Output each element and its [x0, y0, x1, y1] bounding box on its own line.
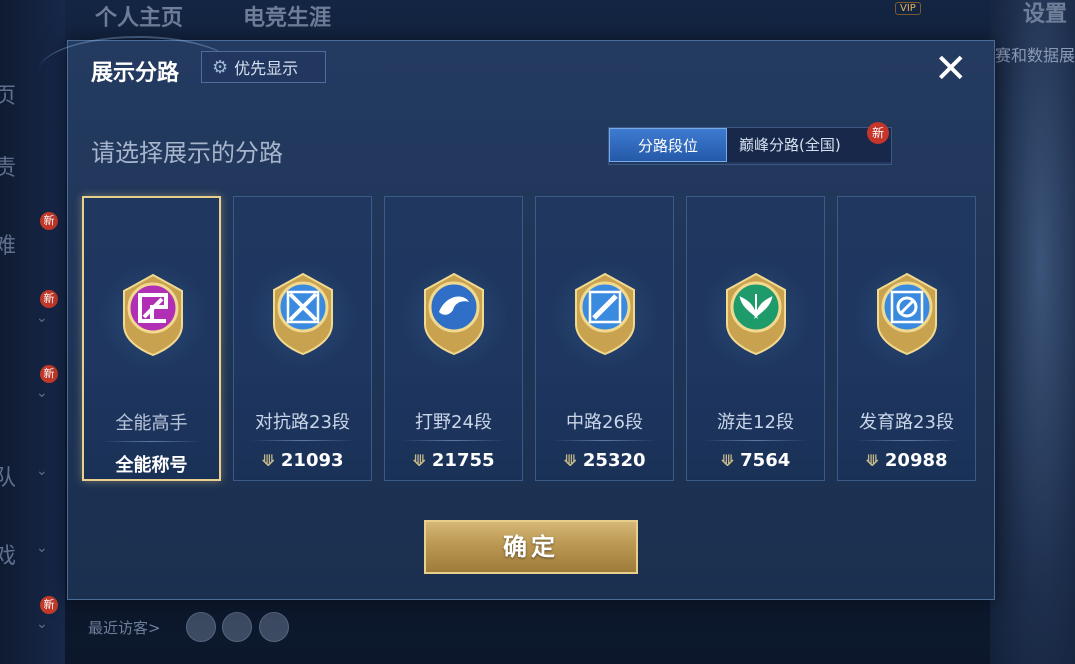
tab-peak-lane[interactable]: 巅峰分路(全国) 新 [727, 122, 891, 162]
lane-value: ⟱ 21755 [385, 450, 522, 471]
lane-name: 发育路23段 [859, 412, 954, 433]
mid-lane-icon [575, 272, 635, 356]
background-tabs: 个人主页 电竞生涯 [95, 0, 331, 31]
confirm-button[interactable]: 确定 [424, 520, 638, 574]
lane-value-text: 21755 [431, 450, 495, 471]
background-sidebar: 页 责 新 难 新 ⌄ 新 ⌄ 队 ⌄ 戏 ⌄ 新 ⌄ [0, 0, 65, 664]
chevron-down-icon: ⌄ [36, 540, 48, 556]
roam-icon [726, 272, 786, 356]
jungle-dragon-icon [424, 272, 484, 356]
avatar[interactable] [222, 612, 252, 642]
new-badge: 新 [867, 122, 889, 144]
lane-display-dialog: 展示分路 ⚙ 优先显示 ✕ 请选择展示的分路 分路段位 巅峰分路(全国) 新 全… [38, 36, 995, 600]
lane-value-text: 20988 [884, 450, 948, 471]
vip-badge: VIP [895, 2, 921, 15]
avatar[interactable] [259, 612, 289, 642]
priority-display-button[interactable]: ⚙ 优先显示 [201, 51, 326, 83]
rank-points-icon: ⟱ [412, 451, 426, 470]
recent-visitors-label[interactable]: 最近访客> [88, 617, 161, 638]
lane-value: ⟱ 21093 [234, 450, 371, 471]
chevron-down-icon: ⌄ [36, 463, 48, 479]
lane-name: 中路26段 [566, 412, 643, 433]
farm-lane-icon [877, 272, 937, 356]
lane-value: ⟱ 20988 [838, 450, 975, 471]
rank-points-icon: ⟱ [563, 451, 577, 470]
lane-card[interactable]: 发育路23段 ⟱ 20988 [837, 196, 976, 481]
dialog-subtitle: 请选择展示的分路 [91, 139, 283, 167]
lane-card[interactable]: 对抗路23段 ⟱ 21093 [233, 196, 372, 481]
divider [552, 440, 657, 441]
rank-points-icon: ⟱ [261, 451, 275, 470]
divider [401, 440, 506, 441]
avatar[interactable] [186, 612, 216, 642]
sidebar-glyph: 难 [0, 234, 17, 259]
sidebar-glyph: 队 [0, 466, 17, 491]
sidebar-glyph: 戏 [0, 544, 17, 569]
divider [100, 441, 203, 442]
lane-card[interactable]: 全能高手 全能称号 [82, 196, 221, 481]
divider [854, 440, 959, 441]
lane-value-text: 全能称号 [115, 455, 188, 476]
gear-icon: ⚙ [212, 56, 229, 78]
lane-card[interactable]: 打野24段 ⟱ 21755 [384, 196, 523, 481]
tab-esports[interactable]: 电竞生涯 [243, 0, 331, 31]
new-badge: 新 [40, 290, 58, 308]
tab-profile[interactable]: 个人主页 [95, 0, 183, 31]
lane-name: 打野24段 [415, 412, 492, 433]
background-hero-art [990, 0, 1075, 664]
rank-points-icon: ⟱ [720, 451, 735, 470]
lane-value-text: 7564 [740, 450, 791, 471]
close-icon[interactable]: ✕ [934, 49, 968, 89]
chevron-down-icon: ⌄ [36, 310, 48, 326]
stats-label: 赛和数据展 [994, 46, 1075, 65]
clash-lane-icon [273, 272, 333, 356]
dialog-title: 展示分路 [91, 61, 180, 86]
settings-label[interactable]: 设置 [1023, 0, 1067, 28]
lane-card[interactable]: 中路26段 ⟱ 25320 [535, 196, 674, 481]
chevron-down-icon: ⌄ [36, 385, 48, 401]
new-badge: 新 [40, 596, 58, 614]
rank-points-icon: ⟱ [865, 451, 879, 470]
lane-value: 全能称号 [84, 451, 219, 477]
lane-type-tabs: 分路段位 巅峰分路(全国) 新 [608, 122, 892, 165]
chevron-down-icon: ⌄ [36, 616, 48, 632]
lane-name: 对抗路23段 [255, 412, 350, 433]
sidebar-glyph: 责 [0, 156, 17, 181]
lane-card[interactable]: 游走12段 ⟱ 7564 [686, 196, 825, 481]
lane-value: ⟱ 25320 [536, 450, 673, 471]
lane-value: ⟱ 7564 [687, 450, 824, 471]
all-round-icon [123, 273, 183, 357]
new-badge: 新 [40, 212, 58, 230]
lane-name: 游走12段 [717, 412, 794, 433]
sidebar-glyph: 页 [0, 84, 17, 109]
tab-peak-lane-label: 巅峰分路(全国) [739, 136, 841, 154]
new-badge: 新 [40, 365, 58, 383]
divider [250, 440, 355, 441]
tab-lane-rank[interactable]: 分路段位 [609, 128, 727, 162]
divider [703, 440, 808, 441]
priority-display-label: 优先显示 [234, 59, 299, 78]
lane-cards: 全能高手 全能称号 对抗路23段 ⟱ 21093 打野24段 ⟱ 21755 中路26段 ⟱ 253… [82, 196, 976, 481]
lane-value-text: 21093 [280, 450, 344, 471]
lane-name: 全能高手 [115, 413, 188, 434]
lane-value-text: 25320 [582, 450, 646, 471]
